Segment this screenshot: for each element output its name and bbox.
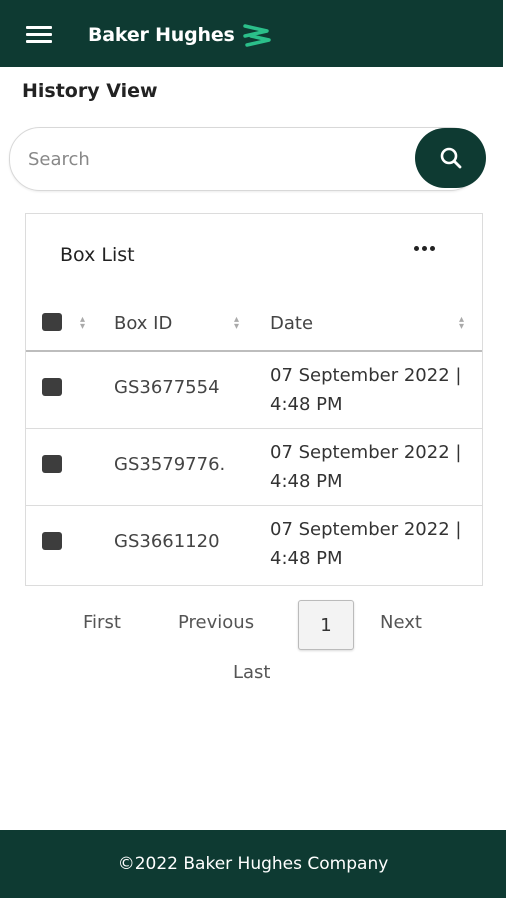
column-header-date[interactable]: Date xyxy=(270,313,313,334)
sort-icon[interactable]: ▴ ▾ xyxy=(80,315,85,332)
app-footer: ©2022 Baker Hughes Company xyxy=(0,830,506,898)
brand-logo[interactable]: Baker Hughes xyxy=(88,22,273,48)
pagination: First Previous 1 Next Last xyxy=(0,598,506,698)
page-title: History View xyxy=(22,80,158,102)
row-checkbox[interactable] xyxy=(42,378,62,396)
sort-icon[interactable]: ▴ ▾ xyxy=(459,315,464,332)
table-header: ▴ ▾ Box ID ▴ ▾ Date ▴ ▾ xyxy=(26,300,482,352)
search-bar xyxy=(9,127,481,191)
search-input[interactable] xyxy=(26,142,400,176)
row-checkbox[interactable] xyxy=(42,455,62,473)
box-list-card: Box List ▴ ▾ Box ID ▴ ▾ Date ▴ ▾ GS3677554 … xyxy=(25,213,483,586)
cell-box-id: GS3661120 xyxy=(114,531,220,552)
pagination-first[interactable]: First xyxy=(83,612,121,633)
select-all-checkbox[interactable] xyxy=(42,313,62,331)
card-title: Box List xyxy=(60,244,135,266)
sort-icon[interactable]: ▴ ▾ xyxy=(234,315,239,332)
row-checkbox[interactable] xyxy=(42,532,62,550)
column-header-box-id[interactable]: Box ID xyxy=(114,313,172,334)
brand-name: Baker Hughes xyxy=(88,24,235,46)
cell-date: 07 September 2022 | 4:48 PM xyxy=(270,365,462,415)
search-icon xyxy=(440,147,461,169)
cell-date: 07 September 2022 | 4:48 PM xyxy=(270,519,462,569)
cell-date: 07 September 2022 | 4:48 PM xyxy=(270,442,462,492)
pagination-page-1[interactable]: 1 xyxy=(298,600,354,650)
pagination-next[interactable]: Next xyxy=(380,612,422,633)
pagination-last[interactable]: Last xyxy=(233,662,271,683)
hamburger-menu-icon[interactable] xyxy=(26,26,52,44)
table-row[interactable]: GS3661120 07 September 2022 | 4:48 PM xyxy=(26,506,482,582)
cell-box-id: GS3677554 xyxy=(114,377,220,398)
more-horizontal-icon[interactable] xyxy=(414,236,444,252)
footer-copyright: ©2022 Baker Hughes Company xyxy=(117,854,389,874)
cell-box-id: GS3579776. xyxy=(114,454,226,475)
table-row[interactable]: GS3579776. 07 September 2022 | 4:48 PM xyxy=(26,429,482,506)
baker-hughes-logo-icon xyxy=(242,24,271,47)
search-button[interactable] xyxy=(415,128,486,188)
app-header: Baker Hughes xyxy=(0,0,503,67)
pagination-previous[interactable]: Previous xyxy=(178,612,254,633)
table-row[interactable]: GS3677554 07 September 2022 | 4:48 PM xyxy=(26,352,482,429)
